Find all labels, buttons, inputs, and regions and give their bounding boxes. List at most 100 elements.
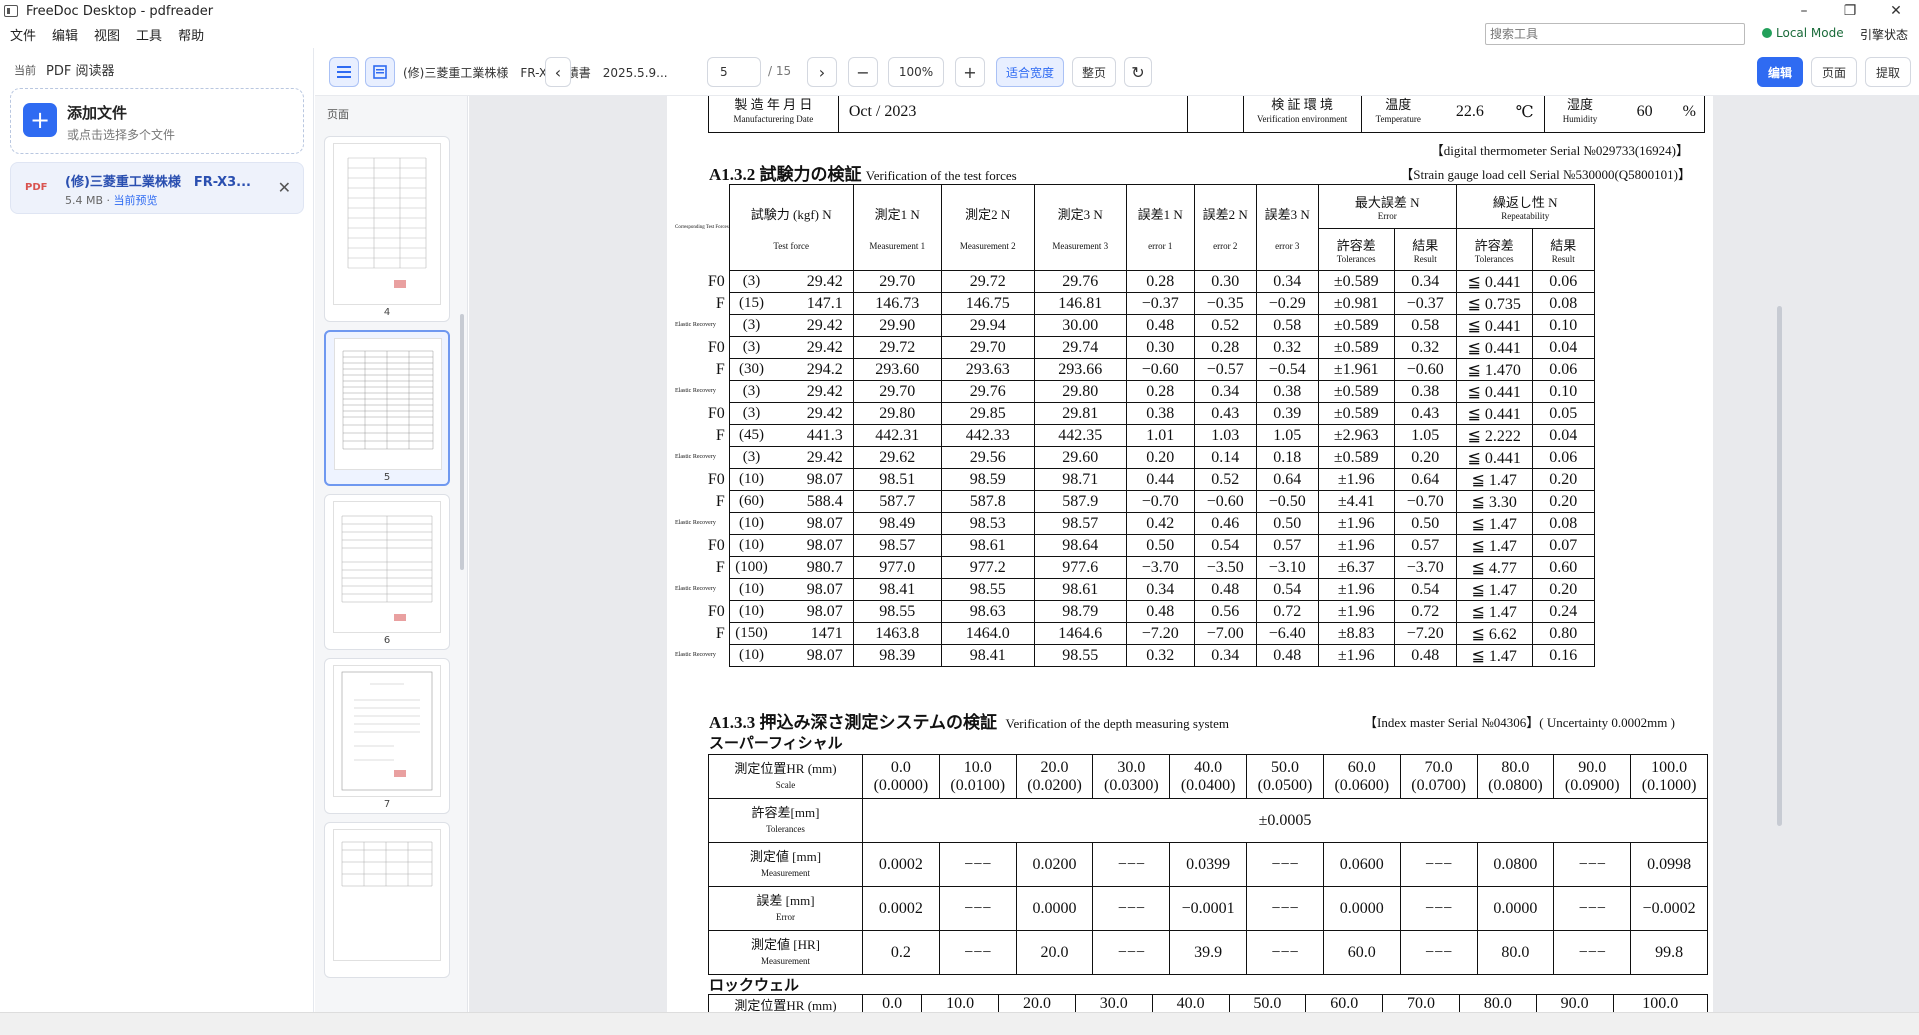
table-cell: 29.85 [940, 402, 1035, 425]
corner-label: Corresponding Test Forces [675, 224, 729, 230]
table-cell: 0.34 [1193, 380, 1257, 403]
extract-button[interactable]: 提取 [1865, 57, 1911, 87]
page-mode-button[interactable]: 页面 [1811, 57, 1857, 87]
remove-file-close-icon[interactable]: ✕ [278, 178, 291, 197]
col-header-en: error 2 [1213, 241, 1238, 251]
thumbnail-panel-label: 页面 [327, 108, 349, 121]
viewer-toolbar: (修)三菱重工業株様 FR-X3成績書 2025.5.9... ‹ / 15 ›… [315, 48, 1919, 96]
sidebar-toggle-menu-icon[interactable] [329, 57, 359, 87]
table-cell: 98.55 [852, 600, 942, 623]
menu-view[interactable]: 视图 [94, 25, 120, 44]
table-row: F0 (10) 98.07 98.55 98.63 98.79 0.48 0.56 0.72 ±1… [675, 600, 1595, 623]
status-strip [0, 1012, 1919, 1035]
err-cell: 0.0000 [1322, 886, 1401, 931]
fit-width-button[interactable]: 适合宽度 [996, 57, 1064, 87]
zoom-out-button[interactable]: − [848, 57, 878, 87]
table-cell: ±1.961 [1317, 358, 1395, 381]
full-page-button[interactable]: 整页 [1072, 57, 1116, 87]
rotate-icon[interactable]: ↻ [1124, 57, 1152, 87]
menu-edit[interactable]: 编辑 [52, 25, 78, 44]
table-cell: 0.28 [1125, 380, 1195, 403]
meas-cell: 0.0002 [862, 842, 940, 887]
table-cell: 1.05 [1255, 424, 1319, 447]
table-cell: 29.80 [1033, 380, 1127, 403]
scale-hr: 90.0 [1578, 758, 1607, 776]
table-cell: (100) [728, 556, 774, 579]
page-number-input[interactable] [707, 57, 761, 87]
table-cell: 98.64 [1033, 534, 1127, 557]
table-cell: 0.20 [1531, 578, 1595, 601]
row-type-label: F0 [707, 338, 725, 356]
add-file-hint: 或点击选择多个文件 [67, 128, 176, 142]
thumbnail-page-5[interactable]: 5 [324, 330, 450, 486]
table-cell: −0.60 [1393, 358, 1457, 381]
table-cell: 0.57 [1393, 534, 1457, 557]
file-card[interactable]: PDF (修)三菱重工業株様 FR-X3... 5.4 MB · 当前预览 ✕ [10, 162, 304, 214]
table-cell: 0.43 [1393, 402, 1457, 425]
scale-cell: 90.0 (0.0900) [1553, 754, 1632, 799]
add-file-plus-icon[interactable]: + [23, 103, 57, 137]
row-type-label: Elastic Recovery [675, 454, 716, 460]
edit-button[interactable]: 编辑 [1757, 57, 1803, 87]
table-row: F (15) 147.1 146.73 146.75 146.81 −0.37 −0.35 −0… [675, 292, 1595, 315]
humidity-value: 60 [1614, 96, 1675, 133]
zoom-in-button[interactable]: + [955, 57, 985, 87]
add-file-title: 添加文件 [67, 104, 128, 122]
hr-cell: 20.0 [1015, 930, 1094, 975]
tool-search-input[interactable] [1485, 23, 1745, 45]
table-cell: 977.2 [940, 556, 1035, 579]
thumbnail-page-4[interactable]: 4 [324, 136, 450, 322]
thumbnail-panel-icon[interactable] [365, 57, 395, 87]
menu-tools[interactable]: 工具 [136, 25, 162, 44]
menu-file[interactable]: 文件 [10, 25, 36, 44]
scale-cell: 20.0 (0.0200) [1015, 754, 1094, 799]
table-cell: ±1.96 [1317, 468, 1395, 491]
table-cell: 0.07 [1531, 534, 1595, 557]
table-cell: (30) [728, 358, 774, 381]
menu-help[interactable]: 帮助 [178, 25, 204, 44]
table-cell: 0.52 [1193, 314, 1257, 337]
close-window-button[interactable]: ✕ [1873, 0, 1919, 22]
add-file-dropzone[interactable]: + 添加文件 或点击选择多个文件 [10, 88, 304, 154]
table-cell: 29.70 [940, 336, 1035, 359]
table-cell: ±0.589 [1317, 446, 1395, 469]
minimize-button[interactable]: – [1781, 0, 1827, 22]
section-1-3-3-title: A1.3.3 押込み深さ測定システムの検証 Verification of th… [709, 708, 1229, 733]
table-cell: 29.94 [940, 314, 1035, 337]
table-cell: 29.72 [852, 336, 942, 359]
table-cell: 0.38 [1393, 380, 1457, 403]
table-row: Elastic Recovery (3) 29.42 29.62 29.56 29.60 0… [675, 446, 1595, 469]
table-cell: 1.05 [1393, 424, 1457, 447]
col-header-jp: 最大誤差 N [1354, 195, 1420, 210]
thumbnail-page-6[interactable]: 6 [324, 494, 450, 650]
section-title-jp: A1.3.2 試験力の検証 [709, 165, 862, 184]
table-cell: 98.55 [1033, 644, 1127, 667]
maximize-button[interactable]: ❐ [1827, 0, 1873, 22]
table-cell: ≦ 1.470 [1455, 358, 1533, 381]
table-cell: 29.60 [1033, 446, 1127, 469]
err-cell: −−− [1092, 886, 1171, 931]
engine-status-button[interactable]: 引擎状态 [1860, 26, 1908, 43]
table-cell: 146.73 [852, 292, 942, 315]
thumbnail-page-7[interactable]: 7 [324, 658, 450, 814]
table-cell: −0.60 [1125, 358, 1195, 381]
table-cell: 98.07 [773, 512, 854, 535]
thumbnail-page-8[interactable] [324, 822, 450, 978]
table-cell: ≦ 0.441 [1455, 446, 1533, 469]
table-cell: 98.53 [940, 512, 1035, 535]
next-page-button[interactable]: › [807, 57, 837, 87]
zoom-level[interactable]: 100% [888, 57, 944, 87]
thumbnail-scrollbar[interactable] [460, 314, 464, 570]
col-header-jp: 誤差1 N [1137, 207, 1183, 222]
table-cell: 98.07 [773, 578, 854, 601]
table-cell: 146.75 [940, 292, 1035, 315]
prev-page-button[interactable]: ‹ [545, 57, 571, 87]
thumbnail-page-number: 5 [383, 472, 391, 483]
table-cell: 0.80 [1531, 622, 1595, 645]
table-cell: −0.54 [1255, 358, 1319, 381]
table-cell: 29.42 [773, 446, 854, 469]
mode-indicator: Local Mode [1762, 26, 1844, 40]
table-row: F0 (10) 98.07 98.57 98.61 98.64 0.50 0.54 0.57 ±1… [675, 534, 1595, 557]
table-cell: ±1.96 [1317, 534, 1395, 557]
viewer-scrollbar[interactable] [1777, 306, 1782, 826]
